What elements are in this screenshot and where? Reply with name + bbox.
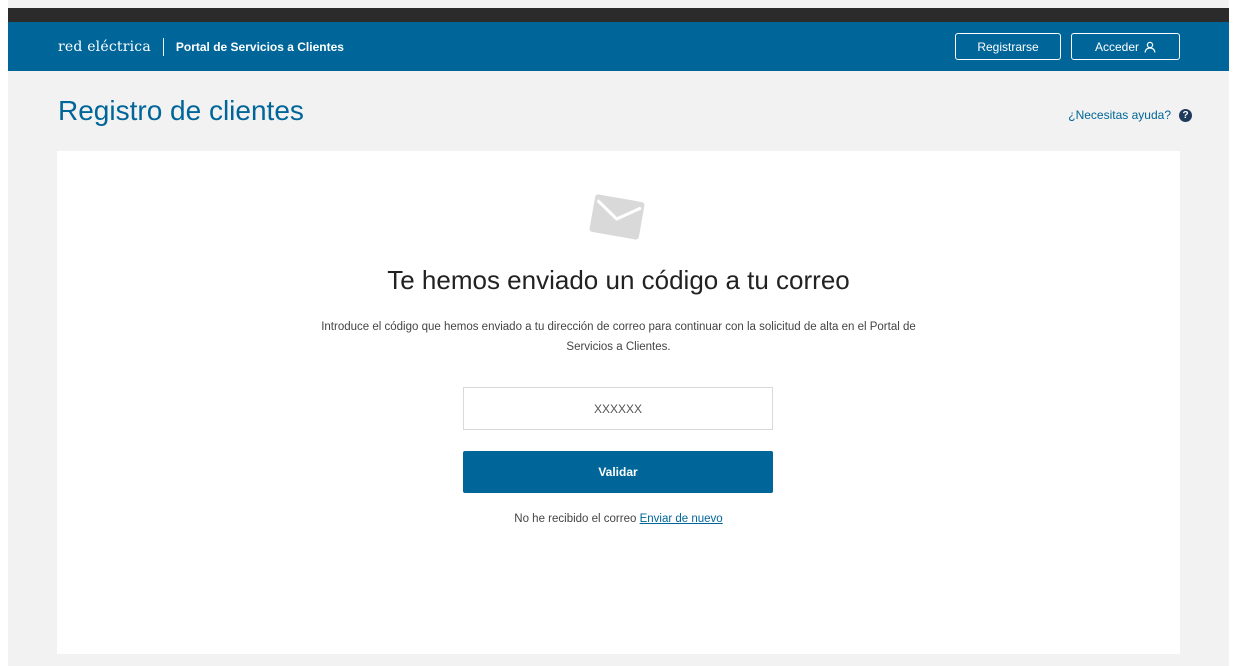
window-right-edge bbox=[1229, 0, 1237, 666]
resend-link[interactable]: Enviar de nuevo bbox=[640, 513, 723, 525]
verification-card: Te hemos enviado un código a tu correo I… bbox=[57, 151, 1180, 654]
help-label: ¿Necesitas ayuda? bbox=[1068, 108, 1171, 122]
question-circle-icon: ? bbox=[1179, 108, 1192, 122]
resend-prefix: No he recibido el correo bbox=[514, 513, 640, 525]
portal-title: Portal de Servicios a Clientes bbox=[175, 39, 344, 54]
resend-line: No he recibido el correo Enviar de nuevo bbox=[57, 513, 1180, 525]
window-left-edge bbox=[0, 0, 8, 666]
card-title: Te hemos enviado un código a tu correo bbox=[387, 265, 850, 295]
help-link[interactable]: ¿Necesitas ayuda? ? bbox=[1068, 108, 1192, 122]
brand: red eléctrica Portal de Servicios a Clie… bbox=[58, 22, 344, 71]
validate-button-label: Validar bbox=[598, 465, 638, 479]
validate-button[interactable]: Validar bbox=[463, 451, 773, 493]
register-button[interactable]: Registrarse bbox=[955, 33, 1061, 60]
browser-topbar bbox=[8, 8, 1229, 22]
brand-separator bbox=[162, 37, 164, 56]
user-icon bbox=[1144, 41, 1156, 53]
register-button-label: Registrarse bbox=[977, 39, 1039, 54]
code-input[interactable] bbox=[463, 387, 773, 430]
top-strip bbox=[8, 0, 1229, 8]
envelope-icon bbox=[586, 189, 648, 245]
logo[interactable]: red eléctrica bbox=[58, 39, 151, 55]
site-header: red eléctrica Portal de Servicios a Clie… bbox=[8, 22, 1229, 71]
card-description: Introduce el código que hemos enviado a … bbox=[321, 321, 916, 353]
login-button[interactable]: Acceder bbox=[1071, 33, 1180, 60]
page-title: Registro de clientes bbox=[58, 95, 304, 126]
login-button-label: Acceder bbox=[1094, 39, 1140, 54]
